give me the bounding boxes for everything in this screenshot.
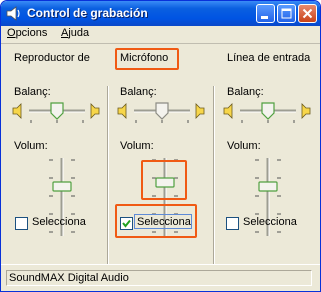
- balance-slider[interactable]: [11, 99, 101, 125]
- channel-linea-entrada: Línea de entrada Balanç: Volum: Seleccio…: [216, 44, 320, 264]
- minimize-icon: [261, 16, 268, 19]
- menu-ajuda[interactable]: Ajuda: [61, 27, 89, 39]
- minimize-button[interactable]: [256, 4, 275, 23]
- balance-label: Balanç:: [120, 86, 157, 98]
- balance-slider[interactable]: [116, 99, 206, 125]
- balance-label: Balanç:: [227, 86, 264, 98]
- select-label: Selecciona: [137, 216, 191, 228]
- close-button[interactable]: [298, 4, 317, 23]
- select-checkbox[interactable]: Selecciona: [226, 216, 297, 231]
- balance-slider[interactable]: [222, 99, 312, 125]
- balance-label: Balanç:: [14, 86, 51, 98]
- title-bar[interactable]: Control de grabación: [1, 1, 320, 26]
- checkmark-icon: [122, 219, 131, 228]
- speaker-left-icon: [117, 103, 127, 119]
- volume-label: Volum:: [120, 140, 154, 152]
- channel-title: Reproductor de: [14, 52, 90, 64]
- speaker-right-icon: [301, 103, 311, 119]
- close-icon: [302, 8, 313, 19]
- checkbox-box[interactable]: [226, 217, 239, 230]
- channel-microfono: Micrófono Balanç: Volum: Selecciona: [110, 44, 212, 264]
- separator: [107, 86, 109, 290]
- select-checkbox[interactable]: Selecciona: [15, 216, 86, 231]
- recording-control-window: Control de grabación Opcions Ajuda Repro…: [0, 0, 321, 292]
- volume-label: Volum:: [14, 140, 48, 152]
- select-checkbox[interactable]: Selecciona: [120, 216, 191, 231]
- speaker-right-icon: [195, 103, 205, 119]
- status-bar: SoundMAX Digital Audio: [1, 264, 320, 291]
- speaker-icon: [6, 6, 20, 21]
- volume-label: Volum:: [227, 140, 261, 152]
- maximize-icon: [281, 8, 292, 19]
- channel-title: Micrófono: [120, 52, 169, 64]
- select-label: Selecciona: [32, 216, 86, 228]
- speaker-left-icon: [223, 103, 233, 119]
- speaker-left-icon: [12, 103, 22, 119]
- select-label: Selecciona: [243, 216, 297, 228]
- checkbox-box[interactable]: [120, 217, 133, 230]
- menu-opcions[interactable]: Opcions: [7, 27, 47, 39]
- channel-title: Línea de entrada: [227, 52, 311, 64]
- separator: [213, 86, 215, 290]
- speaker-right-icon: [90, 103, 100, 119]
- menu-bar: Opcions Ajuda: [1, 26, 320, 44]
- status-text: SoundMAX Digital Audio: [6, 270, 312, 286]
- maximize-button[interactable]: [277, 4, 296, 23]
- window-title: Control de grabación: [27, 6, 148, 20]
- channel-reproductor: Reproductor de Balanç: Volum: Selecciona: [1, 44, 107, 264]
- mixer-panel: Reproductor de Balanç: Volum: Selecciona: [1, 44, 320, 290]
- checkbox-box[interactable]: [15, 217, 28, 230]
